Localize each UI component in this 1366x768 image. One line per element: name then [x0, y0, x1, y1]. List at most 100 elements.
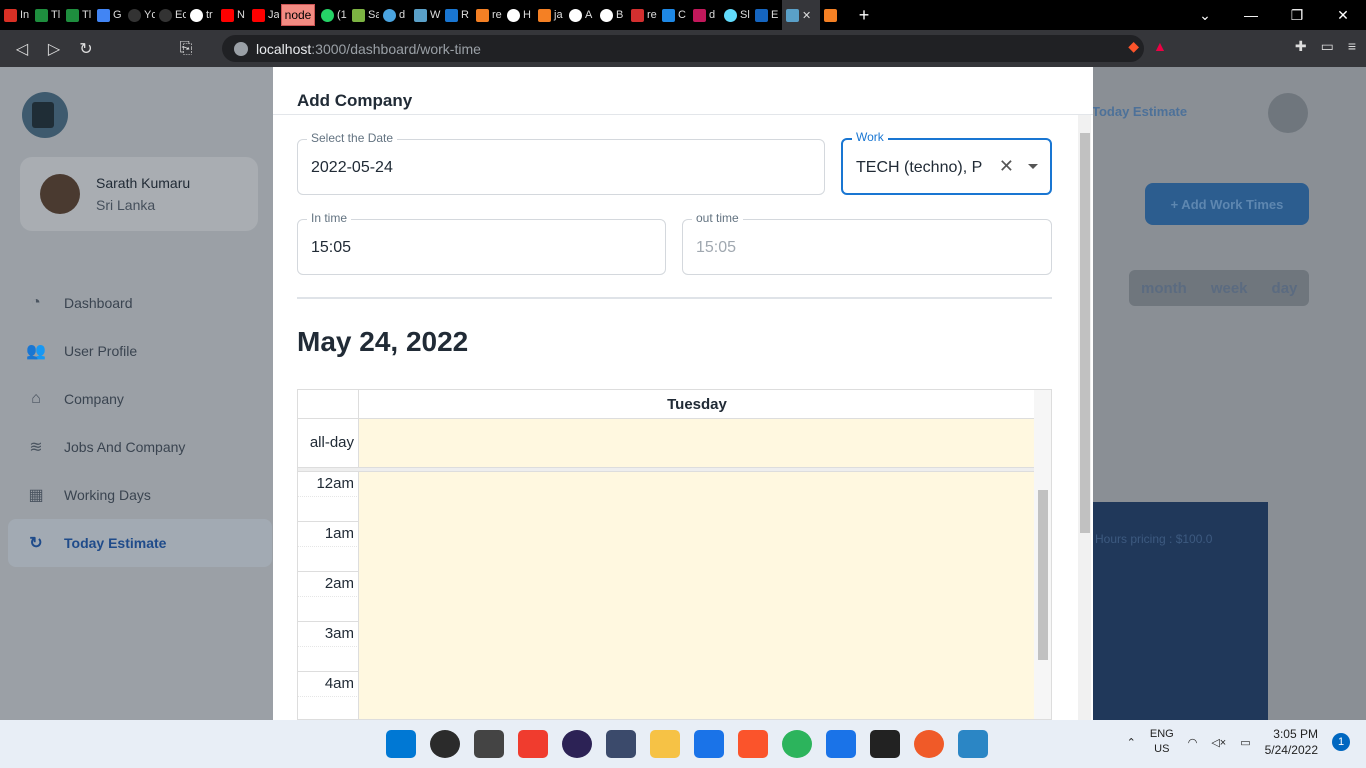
- browser-tab[interactable]: re: [627, 0, 658, 30]
- browser-tab[interactable]: Ec: [155, 0, 186, 30]
- notepad-icon[interactable]: [958, 730, 988, 758]
- wallet-icon[interactable]: ▭: [1321, 38, 1334, 55]
- slot-cell[interactable]: [358, 572, 1035, 597]
- brave-rewards-icon[interactable]: ▲: [1153, 38, 1167, 55]
- slot-cell[interactable]: [358, 472, 1035, 497]
- browser-tab[interactable]: re: [472, 0, 503, 30]
- time-slot[interactable]: 2am: [298, 572, 1035, 597]
- start-icon[interactable]: [386, 730, 416, 758]
- sidebar-item-jobs-and-company[interactable]: ≋ Jobs And Company: [8, 423, 272, 471]
- time-slot[interactable]: 1am: [298, 522, 1035, 547]
- browser-tab[interactable]: Ja: [248, 0, 279, 30]
- browser-tab[interactable]: Tl: [62, 0, 93, 30]
- browser-tab[interactable]: Sa: [348, 0, 379, 30]
- new-tab-button[interactable]: +: [851, 5, 877, 26]
- wifi-icon[interactable]: ◠: [1188, 736, 1198, 749]
- browser-tab[interactable]: tr: [186, 0, 217, 30]
- time-slot[interactable]: [298, 497, 1035, 522]
- sidebar-item-user-profile[interactable]: 👥 User Profile: [8, 327, 272, 375]
- time-slot[interactable]: 4am: [298, 672, 1035, 697]
- sidebar-item-today-estimate[interactable]: ↻ Today Estimate: [8, 519, 272, 567]
- browser-tab[interactable]: W: [410, 0, 441, 30]
- slot-cell[interactable]: [358, 647, 1035, 672]
- slot-cell[interactable]: [358, 497, 1035, 522]
- browser-tab[interactable]: [820, 0, 851, 30]
- browser-tab[interactable]: R: [441, 0, 472, 30]
- browser-tab[interactable]: H: [503, 0, 534, 30]
- language-indicator[interactable]: ENG US: [1150, 727, 1174, 757]
- git-icon[interactable]: [518, 730, 548, 758]
- extensions-icon[interactable]: ✚: [1295, 38, 1307, 55]
- date-field[interactable]: Select the Date 2022-05-24: [297, 131, 825, 195]
- browser-tab[interactable]: A: [565, 0, 596, 30]
- minimize-icon[interactable]: —: [1228, 7, 1274, 23]
- clock[interactable]: 3:05 PM 5/24/2022: [1265, 726, 1318, 758]
- browser-tab[interactable]: Sl: [720, 0, 751, 30]
- sidebar-item-company[interactable]: ⌂ Company: [8, 375, 272, 423]
- tab-close-icon[interactable]: ✕: [802, 9, 811, 22]
- slot-cell[interactable]: [358, 547, 1035, 572]
- browser-tab[interactable]: N: [217, 0, 248, 30]
- forward-icon[interactable]: ▷: [38, 39, 70, 59]
- battery-icon[interactable]: ▭: [1240, 736, 1250, 749]
- search-icon[interactable]: [430, 730, 460, 758]
- browser-tab[interactable]: d: [379, 0, 410, 30]
- eclipse-icon[interactable]: [562, 730, 592, 758]
- dialog-scroll-thumb[interactable]: [1080, 133, 1090, 533]
- close-window-icon[interactable]: ✕: [1320, 7, 1366, 24]
- file-explorer-icon[interactable]: [650, 730, 680, 758]
- in-time-field[interactable]: In time 15:05: [297, 211, 666, 275]
- chevron-down-icon[interactable]: [1028, 164, 1038, 169]
- mail-icon[interactable]: [826, 730, 856, 758]
- tab-search-icon[interactable]: ⌄: [1182, 7, 1228, 24]
- terminal-icon[interactable]: [870, 730, 900, 758]
- profile-card[interactable]: Sarath Kumaru Sri Lanka: [20, 157, 258, 231]
- browser-tab[interactable]: C: [658, 0, 689, 30]
- time-slot[interactable]: 3am: [298, 622, 1035, 647]
- work-select[interactable]: Work TECH (techno), P ✕: [841, 130, 1052, 195]
- volume-mute-icon[interactable]: ◁×: [1211, 736, 1226, 749]
- browser-tab[interactable]: In: [0, 0, 31, 30]
- time-slot[interactable]: 12am: [298, 472, 1035, 497]
- browser-tab[interactable]: d: [689, 0, 720, 30]
- browser-tab[interactable]: (1: [317, 0, 348, 30]
- dialog-scrollbar[interactable]: [1078, 115, 1091, 720]
- sidebar-item-dashboard[interactable]: ◔ Dashboard: [8, 279, 272, 327]
- slot-cell[interactable]: [358, 597, 1035, 622]
- bookmark-icon[interactable]: ⎘: [170, 40, 202, 58]
- all-day-cell[interactable]: [358, 419, 1035, 467]
- time-slot[interactable]: [298, 647, 1035, 672]
- store-icon[interactable]: [694, 730, 724, 758]
- task-view-icon[interactable]: [474, 730, 504, 758]
- back-icon[interactable]: ◁: [6, 39, 38, 59]
- time-slot[interactable]: [298, 597, 1035, 622]
- app-logo-icon[interactable]: [22, 92, 68, 138]
- menu-icon[interactable]: ≡: [1348, 38, 1356, 55]
- chevron-up-icon[interactable]: ⌃: [1127, 736, 1136, 749]
- browser-tab[interactable]: B: [596, 0, 627, 30]
- brave-shield-icon[interactable]: ◆: [1128, 38, 1139, 55]
- browser-tab[interactable]: Tl: [31, 0, 62, 30]
- time-slot[interactable]: [298, 547, 1035, 572]
- postman-icon[interactable]: [914, 730, 944, 758]
- slot-cell[interactable]: [358, 522, 1035, 547]
- clear-icon[interactable]: ✕: [999, 156, 1014, 177]
- browser-tab[interactable]: Yc: [124, 0, 155, 30]
- browser-tab[interactable]: ja: [534, 0, 565, 30]
- time-slot[interactable]: [298, 697, 1035, 719]
- slot-cell[interactable]: [358, 697, 1035, 719]
- site-info-icon[interactable]: [234, 41, 248, 56]
- app-icon[interactable]: [606, 730, 636, 758]
- edge-icon[interactable]: [782, 730, 812, 758]
- address-bar[interactable]: localhost:3000/dashboard/work-time: [222, 35, 1144, 62]
- browser-tab[interactable]: G: [93, 0, 124, 30]
- notification-badge[interactable]: 1: [1332, 733, 1350, 751]
- sidebar-item-working-days[interactable]: ▦ Working Days: [8, 471, 272, 519]
- reload-icon[interactable]: ↻: [70, 39, 102, 59]
- calendar-scrollbar[interactable]: [1034, 390, 1051, 719]
- slot-cell[interactable]: [358, 672, 1035, 697]
- brave-icon[interactable]: [738, 730, 768, 758]
- calendar-scroll-thumb[interactable]: [1038, 490, 1048, 660]
- browser-tab[interactable]: E: [751, 0, 782, 30]
- browser-tab-active[interactable]: ✕: [782, 0, 820, 30]
